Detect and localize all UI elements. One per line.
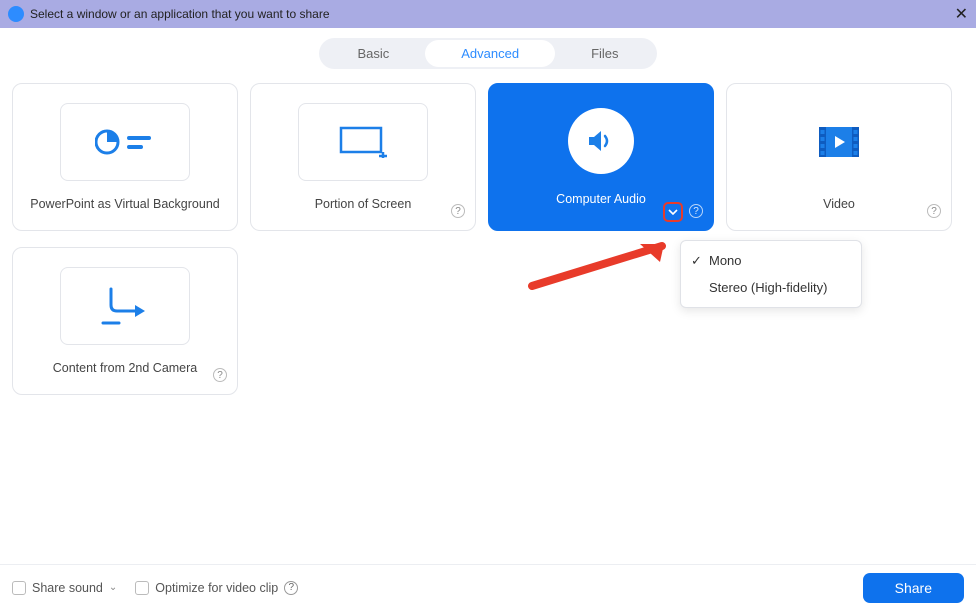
close-icon[interactable]: ✕ — [955, 4, 968, 24]
tab-group: Basic Advanced Files — [319, 38, 656, 69]
annotation-arrow — [522, 240, 682, 290]
card-second-camera[interactable]: Content from 2nd Camera ? — [12, 247, 238, 395]
optimize-video-option[interactable]: Optimize for video clip ? — [135, 581, 298, 595]
card-portion-of-screen[interactable]: Portion of Screen ? — [250, 83, 476, 231]
card-label: Portion of Screen — [315, 197, 412, 211]
card-label: PowerPoint as Virtual Background — [30, 197, 219, 211]
tab-files[interactable]: Files — [555, 40, 654, 67]
cards-row-1: PowerPoint as Virtual Background Portion… — [12, 83, 964, 231]
audio-dropdown-button[interactable] — [663, 202, 683, 222]
popup-item-label: Stereo (High-fidelity) — [709, 280, 828, 295]
audio-mode-popup: ✓ Mono Stereo (High-fidelity) — [680, 240, 862, 308]
share-sound-label: Share sound — [32, 581, 103, 595]
bottom-bar: Share sound ⌄ Optimize for video clip ? … — [0, 564, 976, 610]
check-icon: ✓ — [691, 253, 702, 269]
card-powerpoint-background[interactable]: PowerPoint as Virtual Background — [12, 83, 238, 231]
card-label: Content from 2nd Camera — [53, 361, 198, 375]
help-icon[interactable]: ? — [213, 368, 227, 382]
tab-bar: Basic Advanced Files — [0, 38, 976, 69]
checkbox-icon[interactable] — [135, 581, 149, 595]
popup-item-mono[interactable]: ✓ Mono — [681, 247, 861, 274]
app-icon — [8, 6, 24, 22]
card-video[interactable]: Video ? — [726, 83, 952, 231]
help-icon[interactable]: ? — [689, 204, 703, 218]
speaker-icon — [568, 108, 634, 174]
share-button[interactable]: Share — [863, 573, 964, 603]
help-icon[interactable]: ? — [927, 204, 941, 218]
checkbox-icon[interactable] — [12, 581, 26, 595]
popup-item-stereo[interactable]: Stereo (High-fidelity) — [681, 274, 861, 301]
popup-item-label: Mono — [709, 253, 742, 268]
camera-icon — [60, 267, 190, 345]
powerpoint-icon — [60, 103, 190, 181]
video-icon — [774, 103, 904, 181]
chevron-down-icon[interactable]: ⌄ — [109, 582, 117, 593]
titlebar: Select a window or an application that y… — [0, 0, 976, 28]
help-icon[interactable]: ? — [451, 204, 465, 218]
help-icon[interactable]: ? — [284, 581, 298, 595]
window-title: Select a window or an application that y… — [30, 7, 330, 21]
portion-icon — [298, 103, 428, 181]
chevron-down-icon — [668, 209, 678, 215]
optimize-label: Optimize for video clip — [155, 581, 278, 595]
content-area: PowerPoint as Virtual Background Portion… — [0, 69, 976, 395]
tab-basic[interactable]: Basic — [321, 40, 425, 67]
tab-advanced[interactable]: Advanced — [425, 40, 555, 67]
share-sound-option[interactable]: Share sound ⌄ — [12, 581, 117, 595]
card-computer-audio[interactable]: Computer Audio ? — [488, 83, 714, 231]
card-label: Computer Audio — [556, 192, 646, 206]
card-label: Video — [823, 197, 855, 211]
